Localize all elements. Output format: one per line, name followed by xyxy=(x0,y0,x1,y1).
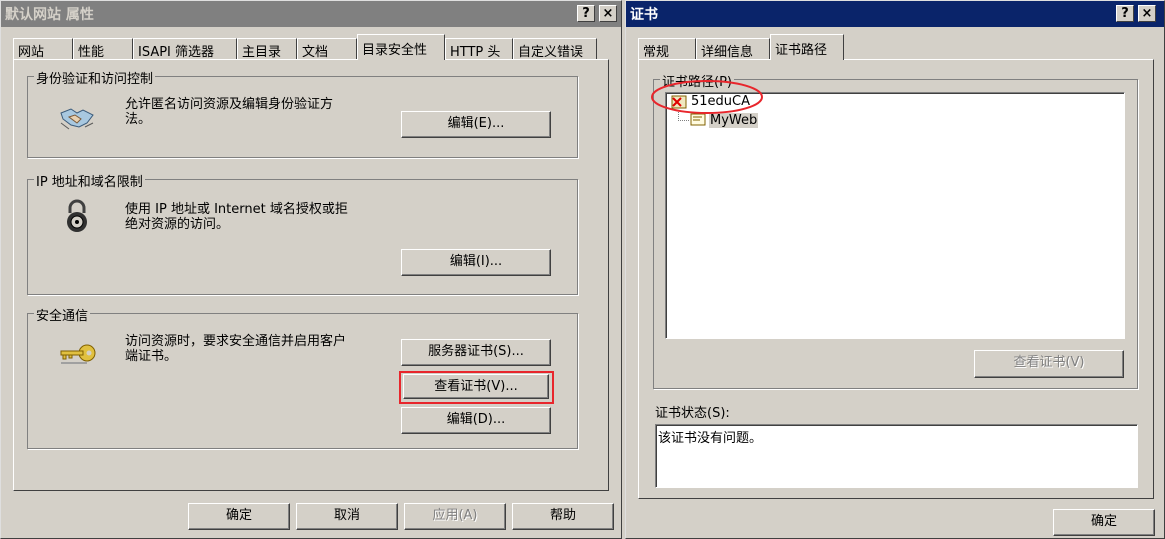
secure-desc-2: 端证书。 xyxy=(125,349,178,364)
tab-directory-security[interactable]: 目录安全性 xyxy=(357,34,445,60)
view-cert-highlight xyxy=(399,371,554,404)
ok-button[interactable]: 确定 xyxy=(188,503,290,530)
cert-help-icon[interactable]: ? xyxy=(1116,5,1134,22)
ca-highlight-ellipse xyxy=(651,80,763,114)
tab-http-headers[interactable]: HTTP 头 xyxy=(445,38,513,60)
certificate-dialog: 证书 ? × 常规 详细信息 证书路径 证书路径(P) 51eduCA MyWe… xyxy=(625,0,1165,539)
tab-cert-path[interactable]: 证书路径 xyxy=(770,34,844,60)
ip-desc-1: 使用 IP 地址或 Internet 域名授权或拒 xyxy=(125,202,348,217)
properties-title-bar[interactable]: 默认网站 属性 ? × xyxy=(1,1,621,27)
tree-item-myweb[interactable]: MyWeb xyxy=(709,113,759,128)
key-icon xyxy=(60,344,96,364)
tab-home-directory[interactable]: 主目录 xyxy=(237,38,297,60)
tab-documents[interactable]: 文档 xyxy=(297,38,357,60)
auth-desc-2: 法。 xyxy=(125,112,152,127)
certificate-title: 证书 xyxy=(630,7,658,23)
ip-edit-button[interactable]: 编辑(I)... xyxy=(401,249,551,276)
tab-isapi-filters[interactable]: ISAPI 筛选器 xyxy=(133,38,237,60)
ip-group xyxy=(27,179,578,295)
ip-desc-2: 绝对资源的访问。 xyxy=(125,217,230,232)
auth-edit-button[interactable]: 编辑(E)... xyxy=(401,111,551,138)
cert-status-box[interactable]: 该证书没有问题。 xyxy=(655,424,1138,488)
tab-performance[interactable]: 性能 xyxy=(73,38,133,60)
auth-desc-1: 允许匿名访问资源及编辑身份验证方 xyxy=(125,97,334,112)
cert-status-label: 证书状态(S): xyxy=(655,406,730,421)
tab-website[interactable]: 网站 xyxy=(13,38,73,60)
apply-button[interactable]: 应用(A) xyxy=(404,503,506,530)
secure-comm-group-label: 安全通信 xyxy=(34,305,91,324)
server-cert-button[interactable]: 服务器证书(S)... xyxy=(401,339,551,366)
tab-details[interactable]: 详细信息 xyxy=(696,38,770,60)
secure-edit-button[interactable]: 编辑(D)... xyxy=(401,407,551,434)
help-icon[interactable]: ? xyxy=(577,5,595,22)
cert-ok-button[interactable]: 确定 xyxy=(1053,509,1155,536)
certificate-title-bar[interactable]: 证书 ? × xyxy=(626,1,1164,27)
tab-general[interactable]: 常规 xyxy=(638,38,696,60)
properties-title: 默认网站 属性 xyxy=(5,7,94,23)
properties-dialog: 默认网站 属性 ? × 网站 性能 ISAPI 筛选器 主目录 文档 目录安全性… xyxy=(0,0,622,539)
secure-desc-1: 访问资源时，要求安全通信并启用客户 xyxy=(125,334,347,349)
cert-path-tree[interactable] xyxy=(665,92,1125,339)
close-icon[interactable]: × xyxy=(599,5,617,22)
ip-group-label: IP 地址和域名限制 xyxy=(34,171,145,190)
help-button[interactable]: 帮助 xyxy=(512,503,614,530)
handshake-icon xyxy=(60,108,94,130)
cert-view-button[interactable]: 查看证书(V) xyxy=(974,350,1124,378)
auth-group-label: 身份验证和访问控制 xyxy=(34,68,156,87)
cert-status-text: 该证书没有问题。 xyxy=(658,431,763,446)
cert-close-icon[interactable]: × xyxy=(1138,5,1156,22)
cancel-button[interactable]: 取消 xyxy=(296,503,398,530)
tab-custom-errors[interactable]: 自定义错误 xyxy=(513,38,597,60)
lock-icon xyxy=(67,199,87,232)
